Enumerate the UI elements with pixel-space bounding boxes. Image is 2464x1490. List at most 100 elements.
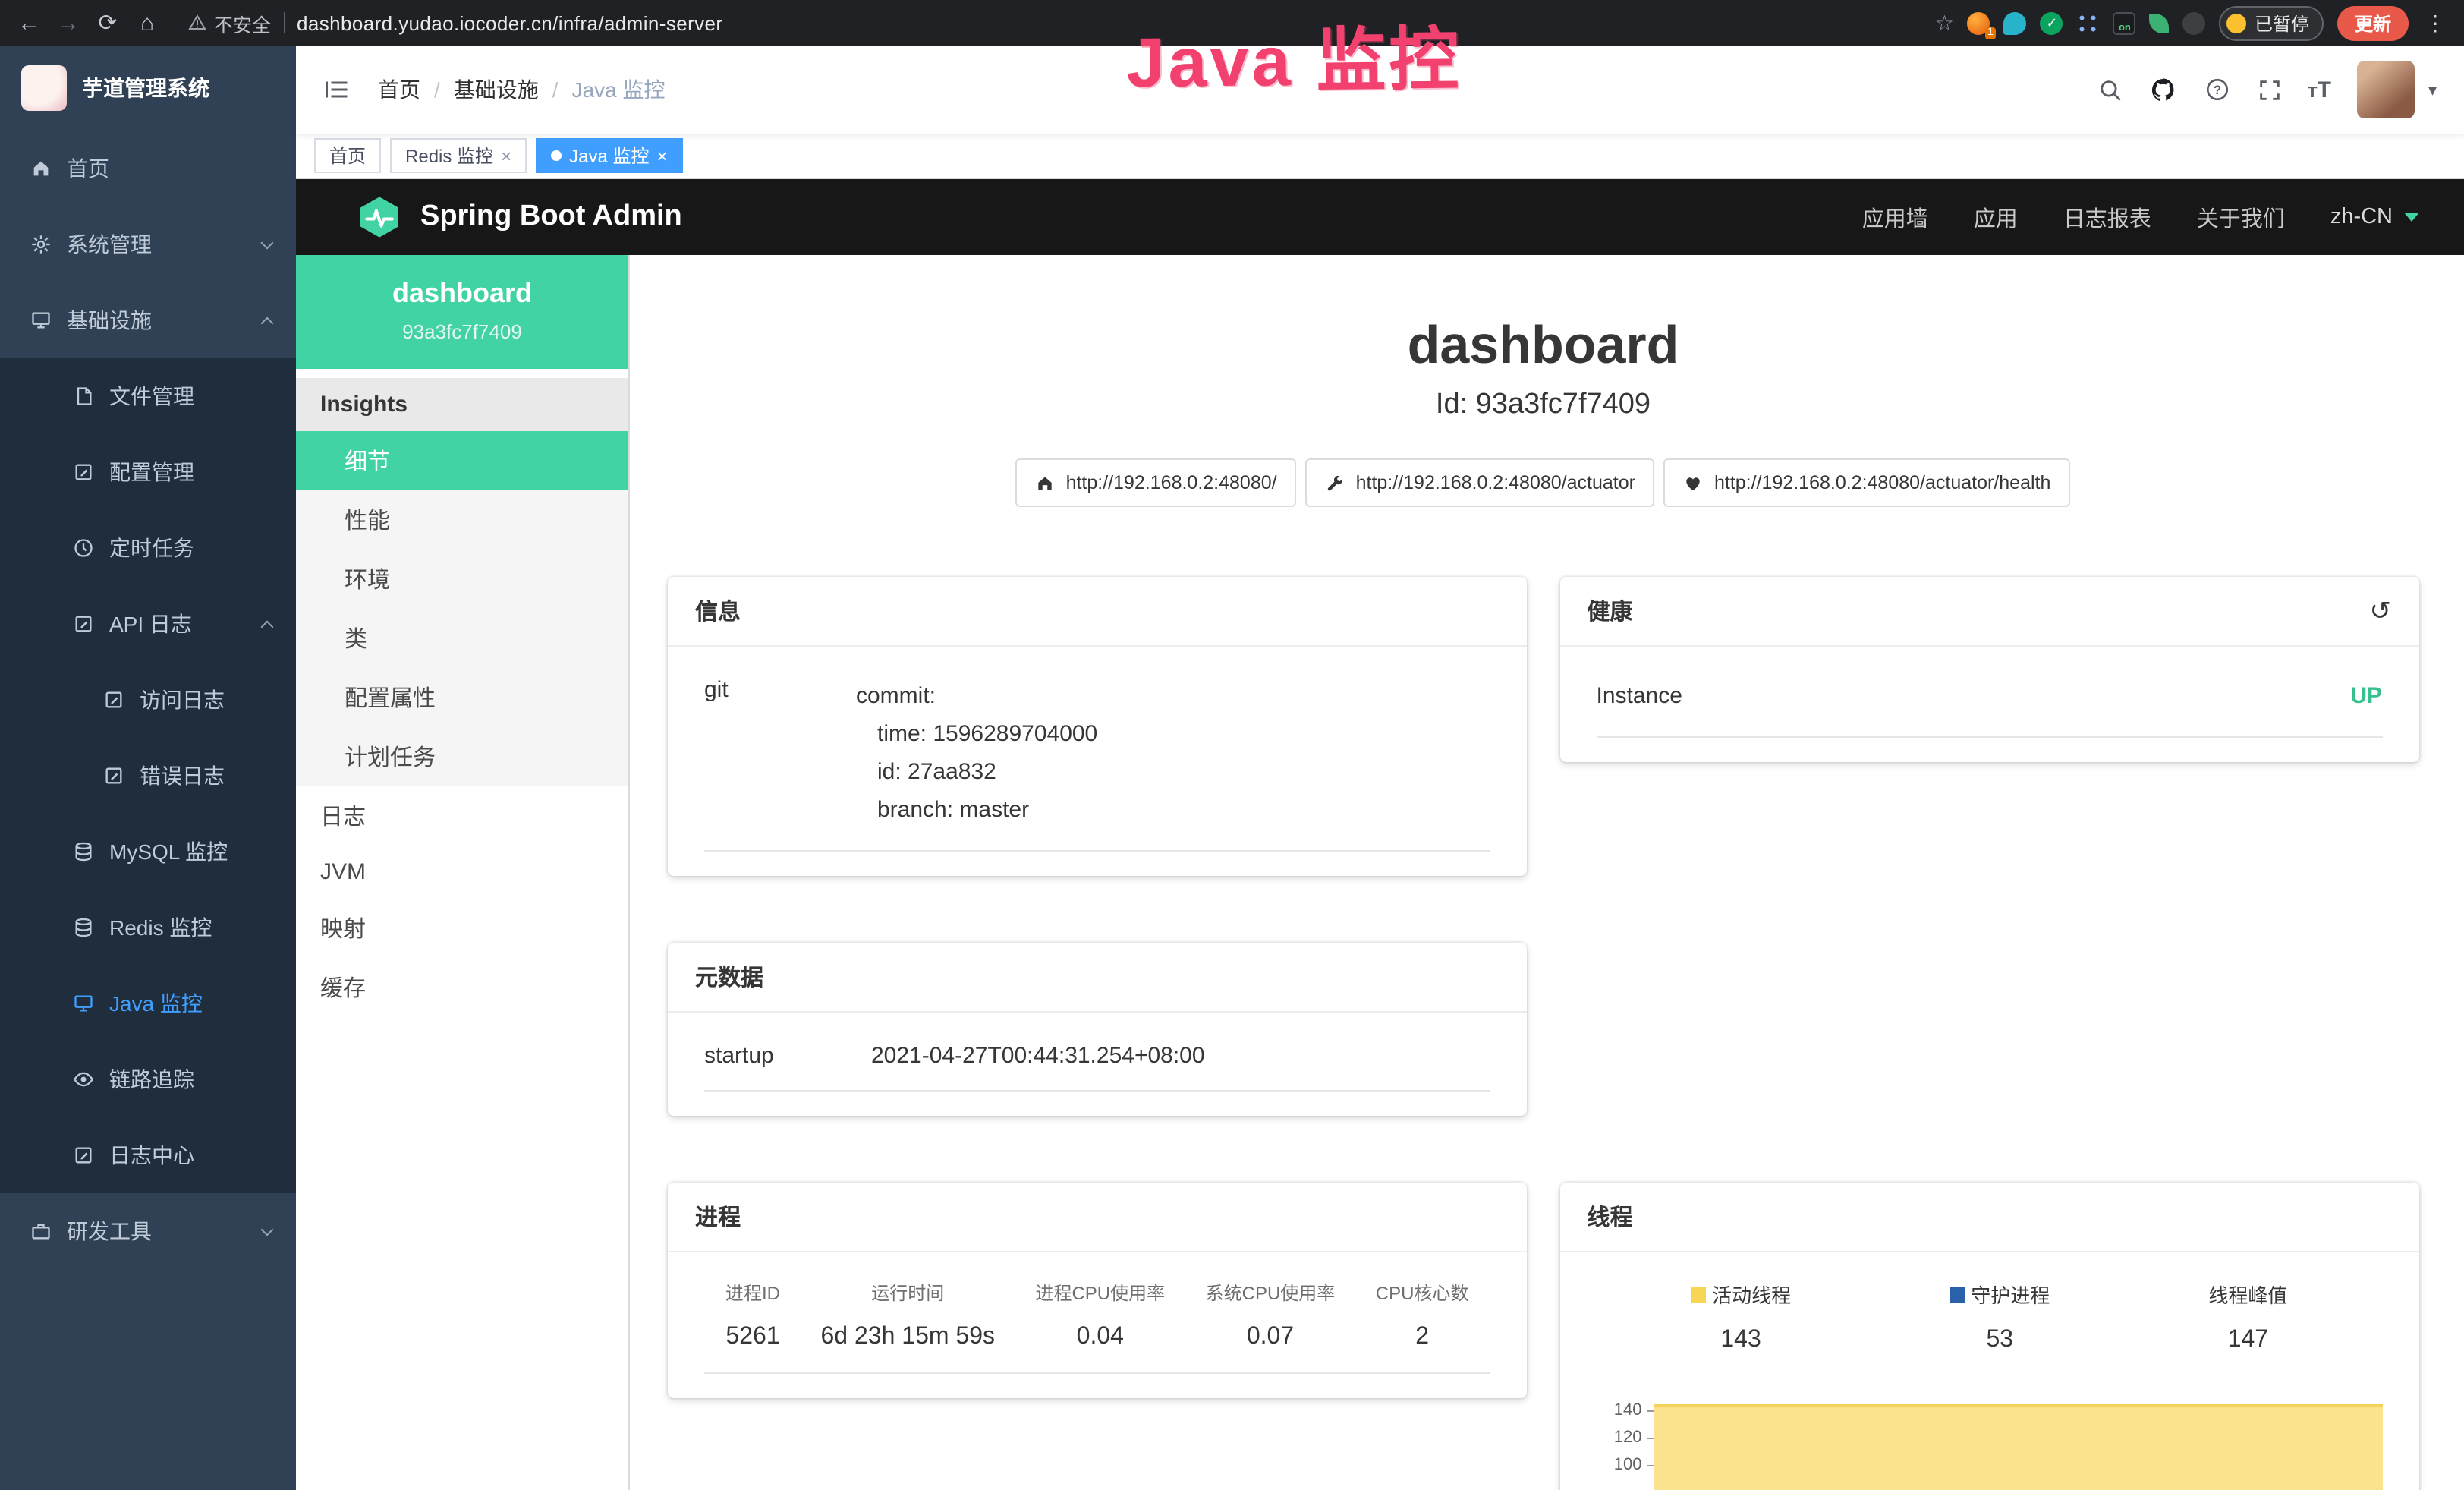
sidebar-item-api-logs[interactable]: API 日志 [0, 586, 296, 662]
sidebar-item-access-logs[interactable]: 访问日志 [0, 662, 296, 738]
tag-close-icon[interactable]: × [656, 146, 667, 165]
sidebar-item-error-logs[interactable]: 错误日志 [0, 738, 296, 814]
metric-process-cpu: 进程CPU使用率 0.04 [1035, 1280, 1165, 1351]
threads-chart-plot [1654, 1397, 2383, 1479]
sba-locale-select[interactable]: zh-CN [2330, 205, 2418, 229]
sidebar-item-java-monitor[interactable]: Java 监控 [0, 966, 296, 1041]
legend-label: 活动线程 [1712, 1280, 1791, 1309]
nav-item-scheduled-tasks[interactable]: 计划任务 [296, 727, 628, 786]
extension-badge: 1 [1984, 27, 1997, 39]
nav-item-caches[interactable]: 缓存 [296, 958, 628, 1017]
sidebar-item-label: 链路追踪 [109, 1064, 194, 1095]
tag-home[interactable]: 首页 [314, 138, 381, 173]
sidebar-item-file-management[interactable]: 文件管理 [0, 358, 296, 434]
sba-link-wallboard[interactable]: 应用墙 [1862, 201, 1928, 233]
history-icon[interactable]: ↺ [2370, 598, 2392, 624]
sidebar-item-mysql-monitor[interactable]: MySQL 监控 [0, 814, 296, 890]
metric-value: 0.04 [1035, 1324, 1165, 1351]
tick-mark [1647, 1437, 1654, 1438]
search-icon[interactable] [2097, 77, 2123, 102]
chrome-update-button[interactable]: 更新 [2338, 5, 2408, 40]
avatar-caret-icon[interactable]: ▾ [2428, 80, 2437, 99]
tag-java-monitor[interactable]: Java 监控 × [536, 138, 682, 173]
metric-value: 2 [1376, 1324, 1469, 1351]
sidebar-item-label: 系统管理 [67, 229, 152, 260]
extension-check-icon[interactable]: ✓ [2041, 11, 2063, 34]
instance-links: http://192.168.0.2:48080/ http://192.168… [668, 458, 2418, 507]
health-card-header: 健康 ↺ [1560, 577, 2419, 647]
edit-icon [103, 689, 124, 710]
fullscreen-icon[interactable] [2256, 77, 2282, 102]
wrench-icon [1326, 473, 1345, 493]
tag-redis-monitor[interactable]: Redis 监控 × [390, 138, 527, 173]
extension-paw-icon[interactable] [2183, 11, 2206, 34]
sidebar-item-scheduled-tasks[interactable]: 定时任务 [0, 510, 296, 586]
bookmark-star-icon[interactable]: ☆ [1935, 10, 1954, 36]
browser-back-button[interactable]: ← [15, 10, 42, 36]
nav-item-jvm[interactable]: JVM [296, 846, 628, 899]
sidebar-item-redis-monitor[interactable]: Redis 监控 [0, 890, 296, 966]
threads-chart-yaxis: 140 120 100 [1597, 1397, 1654, 1479]
legend-live-threads: 活动线程 143 [1691, 1280, 1791, 1354]
sidebar-item-label: Java 监控 [109, 988, 203, 1019]
metric-label: 进程CPU使用率 [1035, 1280, 1165, 1306]
sidebar-collapse-icon[interactable] [323, 76, 351, 103]
breadcrumb-home[interactable]: 首页 [378, 74, 420, 105]
status-badge: UP [2350, 683, 2382, 709]
nav-item-classes[interactable]: 类 [296, 609, 628, 668]
sidebar-item-config-management[interactable]: 配置管理 [0, 434, 296, 510]
sidebar-item-home[interactable]: 首页 [0, 131, 296, 206]
process-card-title: 进程 [695, 1201, 741, 1233]
browser-forward-button[interactable]: → [55, 10, 82, 36]
sba-link-applications[interactable]: 应用 [1974, 201, 2018, 233]
extension-fox-icon[interactable]: 1 [1968, 11, 1990, 34]
check-glyph: ✓ [2046, 14, 2057, 31]
address-bar[interactable]: dashboard.yudao.iocoder.cn/infra/admin-s… [297, 11, 722, 34]
sidebar-item-dev-tools[interactable]: 研发工具 [0, 1193, 296, 1269]
sidebar-item-label: API 日志 [109, 609, 192, 639]
service-url-button[interactable]: http://192.168.0.2:48080/ [1016, 458, 1297, 507]
instance-card[interactable]: dashboard 93a3fc7f7409 [296, 255, 628, 369]
sidebar-item-infrastructure[interactable]: 基础设施 [0, 282, 296, 358]
sidebar-item-log-center[interactable]: 日志中心 [0, 1117, 296, 1193]
profile-sync-paused-button[interactable]: 已暂停 [2220, 5, 2324, 40]
app-logo[interactable]: 芋道管理系统 [0, 46, 296, 131]
nav-item-mappings[interactable]: 映射 [296, 899, 628, 958]
extension-drop-icon[interactable] [2004, 11, 2027, 34]
sba-locale-value: zh-CN [2330, 205, 2393, 229]
sidebar-item-label: 研发工具 [67, 1216, 152, 1246]
sidebar-item-trace[interactable]: 链路追踪 [0, 1041, 296, 1117]
actuator-url-button[interactable]: http://192.168.0.2:48080/actuator [1306, 458, 1655, 507]
tag-close-icon[interactable]: × [501, 146, 511, 165]
nav-item-logs[interactable]: 日志 [296, 786, 628, 846]
help-icon[interactable] [2203, 76, 2230, 103]
sba-brand[interactable]: Spring Boot Admin [357, 194, 682, 240]
instance-panel: dashboard Id: 93a3fc7f7409 http://192.16… [630, 255, 2464, 1490]
breadcrumb-infrastructure[interactable]: 基础设施 [454, 74, 539, 105]
sba-link-journal[interactable]: 日志报表 [2063, 201, 2151, 233]
metadata-card: 元数据 startup 2021-04-27T00:44:31.254+08:0… [668, 943, 1527, 1116]
nav-item-environment[interactable]: 环境 [296, 550, 628, 609]
github-icon[interactable] [2148, 75, 2177, 104]
site-security-indicator[interactable]: 不安全 [188, 8, 271, 37]
breadcrumb-current: Java 监控 [572, 74, 666, 105]
browser-home-button[interactable]: ⌂ [134, 10, 161, 36]
legend-value: 147 [2208, 1327, 2287, 1354]
extension-leaf-icon[interactable] [2150, 13, 2170, 33]
nav-item-config-properties[interactable]: 配置属性 [296, 668, 628, 727]
nav-item-performance[interactable]: 性能 [296, 490, 628, 550]
browser-menu-icon[interactable]: ⋮ [2422, 10, 2449, 36]
health-url-button[interactable]: http://192.168.0.2:48080/actuator/health [1664, 458, 2070, 507]
health-card-body: Instance UP [1560, 647, 2419, 762]
sidebar-item-system-management[interactable]: 系统管理 [0, 206, 296, 282]
app-logo-title: 芋道管理系统 [82, 73, 209, 103]
nav-item-details[interactable]: 细节 [296, 431, 628, 490]
ytick-label: 100 [1614, 1456, 1642, 1474]
legend-label: 守护进程 [1971, 1280, 2050, 1309]
browser-reload-button[interactable]: ⟳ [94, 9, 121, 36]
sba-link-about[interactable]: 关于我们 [2197, 201, 2285, 233]
user-avatar[interactable] [2357, 61, 2415, 118]
extension-on-icon[interactable]: on [2113, 11, 2136, 34]
font-size-icon[interactable]: TT [2308, 77, 2331, 102]
extension-grid-icon[interactable] [2077, 11, 2100, 34]
